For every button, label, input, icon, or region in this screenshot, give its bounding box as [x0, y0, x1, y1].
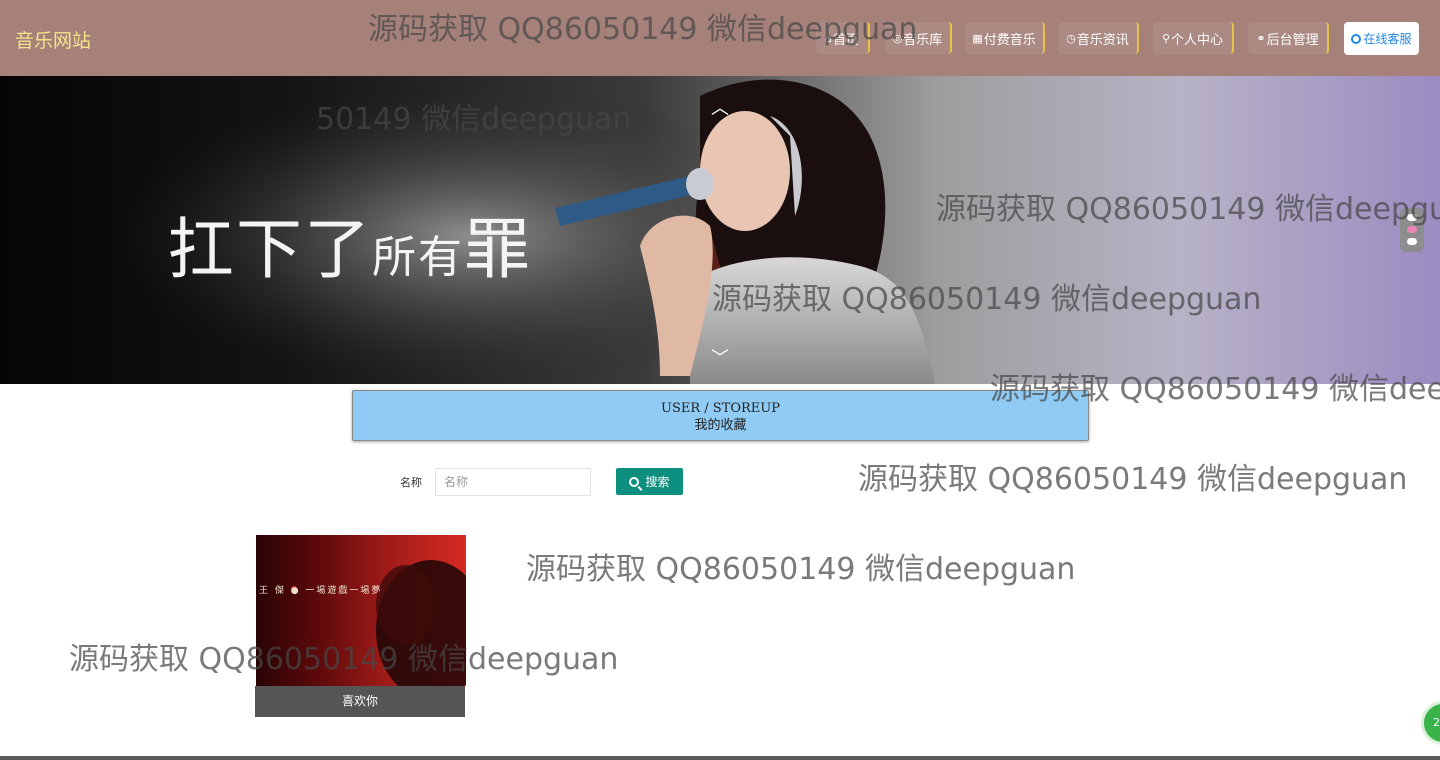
- banner-lyric: 扛下了所有罪: [168, 196, 532, 292]
- floating-badge[interactable]: 25: [1421, 701, 1440, 745]
- nav-user-center-label: 个人中心: [1171, 32, 1224, 48]
- online-service-button[interactable]: 在线客服: [1344, 22, 1419, 55]
- banner-lyric-part-2: 所有: [372, 232, 464, 283]
- banner-lyric-part-1: 扛下了: [168, 211, 372, 288]
- chevron-down-icon[interactable]: ﹀: [708, 344, 732, 369]
- carousel-dot-1[interactable]: [1407, 214, 1417, 221]
- nav-music-library-label: 音乐库: [903, 32, 943, 48]
- nav-home-label: 首页: [832, 32, 859, 48]
- favorite-item-caption: 喜欢你: [255, 686, 465, 717]
- disc-icon: ◎: [892, 31, 903, 45]
- banner-carousel[interactable]: 扛下了所有罪 ︿ ﹀: [0, 76, 1440, 384]
- nav-admin-label: 后台管理: [1266, 32, 1319, 48]
- top-navbar: 音乐网站 ⌂ 首页 ◎ 音乐库 ▦ 付费音乐 ◷ 音乐资讯 ⚲ 个人中心 ⚭ 后…: [0, 0, 1440, 76]
- user-icon: ⚲: [1161, 31, 1171, 45]
- banner-lyric-part-3: 罪: [464, 211, 532, 288]
- chevron-up-icon[interactable]: ︿: [708, 94, 732, 119]
- carousel-dot-2[interactable]: [1407, 226, 1417, 233]
- section-title-en: USER / STOREUP: [661, 401, 780, 416]
- search-input[interactable]: [435, 468, 591, 496]
- nav-music-news-label: 音乐资讯: [1076, 32, 1129, 48]
- search-icon: [629, 476, 640, 487]
- album-cover-art: [291, 560, 466, 686]
- online-service-label: 在线客服: [1363, 32, 1412, 46]
- album-cover: 王 傑 ● 一場遊戲一場夢: [256, 535, 466, 686]
- clock-icon: ◷: [1066, 31, 1076, 45]
- watermark: 源码获取 QQ86050149 微信deepguan: [526, 552, 1076, 587]
- chat-icon: [1351, 33, 1362, 44]
- search-label: 名称: [400, 476, 422, 489]
- search-button-label: 搜索: [645, 475, 670, 489]
- carousel-indicators: [1400, 208, 1424, 252]
- favorite-item-card[interactable]: 王 傑 ● 一場遊戲一場夢 喜欢你: [255, 535, 466, 717]
- nav-paid-music-label: 付费音乐: [983, 32, 1036, 48]
- bottom-border: [0, 756, 1440, 760]
- nav-home[interactable]: ⌂ 首页: [816, 22, 870, 54]
- link-icon: ⚭: [1256, 31, 1266, 45]
- section-title-cn: 我的收藏: [694, 418, 747, 433]
- nav-music-news[interactable]: ◷ 音乐资讯: [1058, 22, 1139, 54]
- section-title: USER / STOREUP 我的收藏: [352, 390, 1089, 441]
- nav-user-center[interactable]: ⚲ 个人中心: [1153, 22, 1234, 54]
- page: 音乐网站 ⌂ 首页 ◎ 音乐库 ▦ 付费音乐 ◷ 音乐资讯 ⚲ 个人中心 ⚭ 后…: [0, 0, 1440, 760]
- nav-admin[interactable]: ⚭ 后台管理: [1248, 22, 1329, 54]
- home-icon: ⌂: [825, 31, 832, 45]
- search-button[interactable]: 搜索: [616, 468, 683, 495]
- album-cover-text: 王 傑 ● 一場遊戲一場夢: [259, 586, 383, 596]
- carousel-dot-3[interactable]: [1407, 238, 1417, 245]
- grid-icon: ▦: [972, 31, 983, 45]
- site-title[interactable]: 音乐网站: [15, 26, 91, 53]
- nav-music-library[interactable]: ◎ 音乐库: [885, 22, 952, 54]
- nav-paid-music[interactable]: ▦ 付费音乐: [965, 22, 1045, 54]
- watermark: 源码获取 QQ86050149 微信deepguan: [858, 462, 1408, 497]
